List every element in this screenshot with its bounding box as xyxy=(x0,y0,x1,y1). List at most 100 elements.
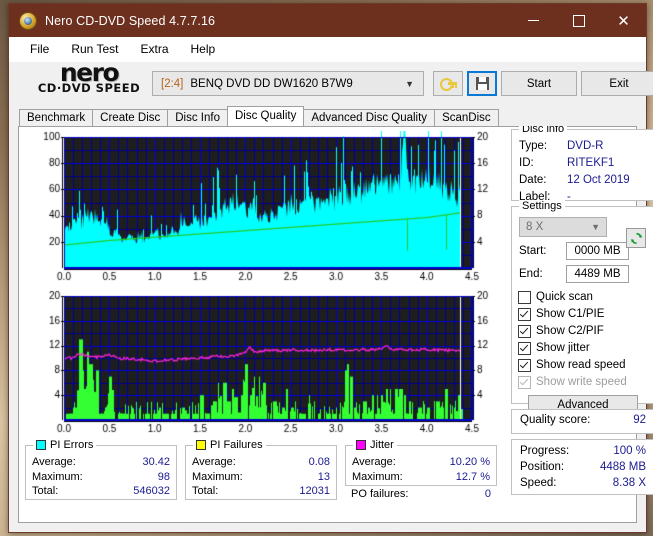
start-label: Start: xyxy=(519,245,547,257)
row-key: Average: xyxy=(192,456,236,468)
jitter-title-text: Jitter xyxy=(370,439,394,451)
pi-failures-stats-title: PI Failures xyxy=(193,439,266,451)
po-failures-value: 0 xyxy=(484,488,491,500)
disc-id-value: RITEKF1 xyxy=(567,157,615,169)
jitter-stats: Jitter Average: 10.20 % Maximum: 12.7 % xyxy=(345,439,497,486)
quality-score-label: Quality score: xyxy=(520,414,591,426)
toolbar: nero CD·DVD SPEED [2:4] BENQ DVD DD DW16… xyxy=(9,60,653,106)
logo-line-1: nero xyxy=(59,58,120,87)
position-label: Position: xyxy=(520,461,565,473)
row-value: 10.20 % xyxy=(449,456,490,468)
minimize-icon xyxy=(528,20,539,21)
disc-date-row: Date: 12 Oct 2019 xyxy=(512,172,653,189)
progress-value: 100 % xyxy=(613,445,646,457)
row-value: 0.08 xyxy=(308,456,330,468)
disc-type-value: DVD-R xyxy=(567,140,604,152)
menu-bar: File Run Test Extra Help xyxy=(9,37,646,62)
exit-button[interactable]: Exit xyxy=(581,71,653,96)
row-key: Maximum: xyxy=(352,470,403,483)
row-value: 12.7 % xyxy=(455,470,490,483)
tab-disc-info[interactable]: Disc Info xyxy=(167,109,228,126)
tab-create-disc[interactable]: Create Disc xyxy=(92,109,169,126)
pi-failures-stats: PI Failures Average: 0.08 Maximum: 13 Tota… xyxy=(185,439,337,500)
start-button[interactable]: Start xyxy=(501,71,577,96)
progress-label: Progress: xyxy=(520,445,570,457)
checkbox-row-show-jitter[interactable]: Show jitter xyxy=(512,340,653,357)
checkbox-row-quick-scan[interactable]: Quick scan xyxy=(512,289,653,306)
table-row: Average: 0.08 xyxy=(186,455,336,470)
table-row: Maximum: 12.7 % xyxy=(346,470,496,485)
position-value: 4488 MB xyxy=(599,461,646,473)
end-field-row: End: 4489 MB xyxy=(512,265,653,283)
show-c2-pif-label: Show C2/PIF xyxy=(536,325,604,337)
drive-select[interactable]: [2:4] BENQ DVD DD DW1620 B7W9 ▼ xyxy=(152,71,424,96)
tab-disc-quality[interactable]: Disc Quality xyxy=(227,106,305,126)
application-window: Nero CD-DVD Speed 4.7.7.16 ✕ File Run Te… xyxy=(8,3,653,533)
start-input[interactable]: 0000 MB xyxy=(566,242,629,260)
close-button[interactable]: ✕ xyxy=(601,4,646,37)
close-icon: ✕ xyxy=(617,12,630,30)
end-label: End: xyxy=(519,268,543,280)
tab-advanced-disc-quality[interactable]: Advanced Disc Quality xyxy=(303,109,436,126)
table-row: Maximum: 98 xyxy=(26,470,176,485)
menu-item-help[interactable]: Help xyxy=(180,39,227,59)
show-c1-pie-checkbox[interactable] xyxy=(518,308,531,321)
table-row: Average: 30.42 xyxy=(26,455,176,470)
app-icon xyxy=(19,11,37,30)
position-row: Position: 4488 MB xyxy=(512,459,653,475)
row-value: 13 xyxy=(317,470,330,483)
pi-errors-color-swatch xyxy=(36,440,46,450)
refresh-button[interactable] xyxy=(626,228,646,248)
row-key: Average: xyxy=(32,456,76,468)
show-jitter-checkbox[interactable] xyxy=(518,342,531,355)
po-failures-label: PO failures: xyxy=(351,488,409,500)
minimize-button[interactable] xyxy=(511,4,556,37)
pi-errors-stats-title: PI Errors xyxy=(33,439,97,451)
checkbox-row-show-read-speed[interactable]: Show read speed xyxy=(512,357,653,374)
drive-index: [2:4] xyxy=(161,77,184,90)
end-input[interactable]: 4489 MB xyxy=(566,265,629,283)
disc-id-label: ID: xyxy=(519,157,534,169)
row-key: Total: xyxy=(32,485,59,497)
speed-label: Speed: xyxy=(520,477,557,489)
tab-benchmark[interactable]: Benchmark xyxy=(19,109,94,126)
key-button[interactable] xyxy=(433,71,463,96)
floppy-disk-icon xyxy=(475,77,489,90)
quality-score-row: Quality score: 92 xyxy=(512,410,653,430)
quality-score-value: 92 xyxy=(633,414,646,426)
disc-info-group: Disc info Type: DVD-R ID: RITEKF1 Date: 12 … xyxy=(511,123,653,203)
checkbox-row-show-c2-pif[interactable]: Show C2/PIF xyxy=(512,323,653,340)
speed-value: 8 X xyxy=(526,221,544,233)
pi-errors-canvas xyxy=(24,131,504,286)
show-read-speed-label: Show read speed xyxy=(536,359,626,371)
window-controls: ✕ xyxy=(511,4,646,37)
pi-failures-canvas xyxy=(24,290,504,438)
speed-select[interactable]: 8 X ▼ xyxy=(519,217,607,237)
jitter-color-swatch xyxy=(356,440,366,450)
checkbox-row-show-c1-pie[interactable]: Show C1/PIE xyxy=(512,306,653,323)
drive-name: BENQ DVD DD DW1620 B7W9 xyxy=(190,77,353,90)
table-row: Total: 12031 xyxy=(186,484,336,499)
menu-item-extra[interactable]: Extra xyxy=(129,39,179,59)
key-icon xyxy=(439,77,457,91)
menu-item-file[interactable]: File xyxy=(19,39,60,59)
show-c1-pie-label: Show C1/PIE xyxy=(536,308,605,320)
pi-failures-color-swatch xyxy=(196,440,206,450)
save-button[interactable] xyxy=(467,71,497,96)
pi-errors-chart xyxy=(24,131,504,286)
disc-id-row: ID: RITEKF1 xyxy=(512,155,653,172)
window-title: Nero CD-DVD Speed 4.7.7.16 xyxy=(45,13,216,28)
menu-item-run-test[interactable]: Run Test xyxy=(60,39,129,59)
right-panel: Disc info Type: DVD-R ID: RITEKF1 Date: 12 … xyxy=(511,123,653,500)
row-value: 98 xyxy=(157,470,170,483)
table-row: Maximum: 13 xyxy=(186,470,336,485)
show-read-speed-checkbox[interactable] xyxy=(518,359,531,372)
maximize-icon xyxy=(572,14,585,27)
quick-scan-checkbox[interactable] xyxy=(518,291,531,304)
progress-row: Progress: 100 % xyxy=(512,443,653,459)
nero-logo: nero CD·DVD SPEED xyxy=(29,60,149,95)
maximize-button[interactable] xyxy=(556,4,601,37)
show-c2-pif-checkbox[interactable] xyxy=(518,325,531,338)
tab-scandisc[interactable]: ScanDisc xyxy=(434,109,499,126)
row-value: 12031 xyxy=(299,485,330,497)
